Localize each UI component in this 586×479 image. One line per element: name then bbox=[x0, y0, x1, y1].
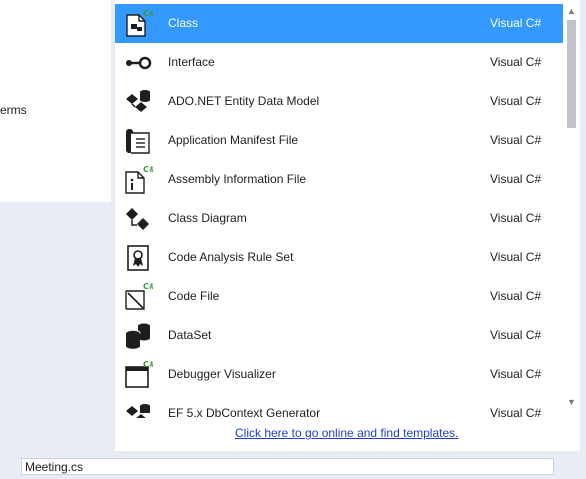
dbcontext-generator-icon bbox=[123, 398, 153, 418]
template-item-class-diagram[interactable]: Class Diagram Visual C# bbox=[115, 199, 563, 238]
template-name: Class Diagram bbox=[168, 211, 247, 225]
template-item-application-manifest[interactable]: Application Manifest File Visual C# bbox=[115, 121, 563, 160]
code-file-icon: C# bbox=[123, 281, 153, 311]
template-item-interface[interactable]: Interface Visual C# bbox=[115, 43, 563, 82]
template-item-code-analysis-rule-set[interactable]: Code Analysis Rule Set Visual C# bbox=[115, 238, 563, 277]
class-icon: C# bbox=[123, 8, 153, 38]
template-list[interactable]: C# Class Visual C# Interface Visual C# bbox=[115, 0, 563, 418]
scroll-down-arrow-icon[interactable]: ▼ bbox=[566, 397, 577, 407]
template-name: Application Manifest File bbox=[168, 133, 299, 147]
template-language: Visual C# bbox=[490, 250, 542, 264]
template-name: Code File bbox=[168, 289, 220, 303]
template-item-dbcontext-generator[interactable]: EF 5.x DbContext Generator Visual C# bbox=[115, 394, 563, 418]
csharp-badge: C# bbox=[143, 165, 153, 174]
template-language: Visual C# bbox=[490, 211, 542, 225]
file-name-input[interactable] bbox=[21, 458, 554, 475]
csharp-badge: C# bbox=[143, 282, 153, 291]
template-categories-panel: erms bbox=[0, 0, 111, 202]
template-item-class[interactable]: C# Class Visual C# bbox=[115, 4, 563, 43]
entity-model-icon bbox=[123, 86, 153, 116]
template-language: Visual C# bbox=[490, 55, 542, 69]
template-language: Visual C# bbox=[490, 172, 542, 186]
find-templates-online-link[interactable]: Click here to go online and find templat… bbox=[235, 426, 458, 440]
rule-set-icon bbox=[123, 242, 153, 272]
scroll-thumb[interactable] bbox=[567, 20, 576, 128]
template-language: Visual C# bbox=[490, 367, 542, 381]
template-name: Debugger Visualizer bbox=[168, 367, 276, 381]
template-item-code-file[interactable]: C# Code File Visual C# bbox=[115, 277, 563, 316]
template-name: DataSet bbox=[168, 328, 212, 342]
template-name: Interface bbox=[168, 55, 215, 69]
template-list-footer: Click here to go online and find templat… bbox=[115, 418, 580, 451]
template-list-scrollbar[interactable]: ▲ ▼ bbox=[563, 0, 580, 418]
debugger-visualizer-icon: C# bbox=[123, 359, 153, 389]
template-language: Visual C# bbox=[490, 289, 542, 303]
template-language: Visual C# bbox=[490, 94, 542, 108]
manifest-icon bbox=[123, 125, 153, 155]
scroll-up-arrow-icon[interactable]: ▲ bbox=[566, 6, 577, 16]
template-language: Visual C# bbox=[490, 328, 542, 342]
class-diagram-icon bbox=[123, 203, 153, 233]
template-language: Visual C# bbox=[490, 133, 542, 147]
template-name: Class bbox=[168, 16, 199, 30]
csharp-badge: C# bbox=[143, 9, 153, 18]
template-item-entity-data-model[interactable]: ADO.NET Entity Data Model Visual C# bbox=[115, 82, 563, 121]
template-language: Visual C# bbox=[490, 16, 542, 30]
template-name: EF 5.x DbContext Generator bbox=[168, 406, 321, 418]
category-label-partial[interactable]: erms bbox=[0, 103, 27, 117]
template-item-dataset[interactable]: DataSet Visual C# bbox=[115, 316, 563, 355]
dataset-icon bbox=[123, 320, 153, 350]
template-name: Assembly Information File bbox=[168, 172, 307, 186]
csharp-badge: C# bbox=[143, 360, 153, 369]
assembly-info-icon: C# bbox=[123, 164, 153, 194]
template-name: Code Analysis Rule Set bbox=[168, 250, 294, 264]
template-item-assembly-information[interactable]: C# Assembly Information File Visual C# bbox=[115, 160, 563, 199]
interface-icon bbox=[123, 47, 153, 77]
template-item-debugger-visualizer[interactable]: C# Debugger Visualizer Visual C# bbox=[115, 355, 563, 394]
template-name: ADO.NET Entity Data Model bbox=[168, 94, 320, 108]
template-language: Visual C# bbox=[490, 406, 542, 418]
